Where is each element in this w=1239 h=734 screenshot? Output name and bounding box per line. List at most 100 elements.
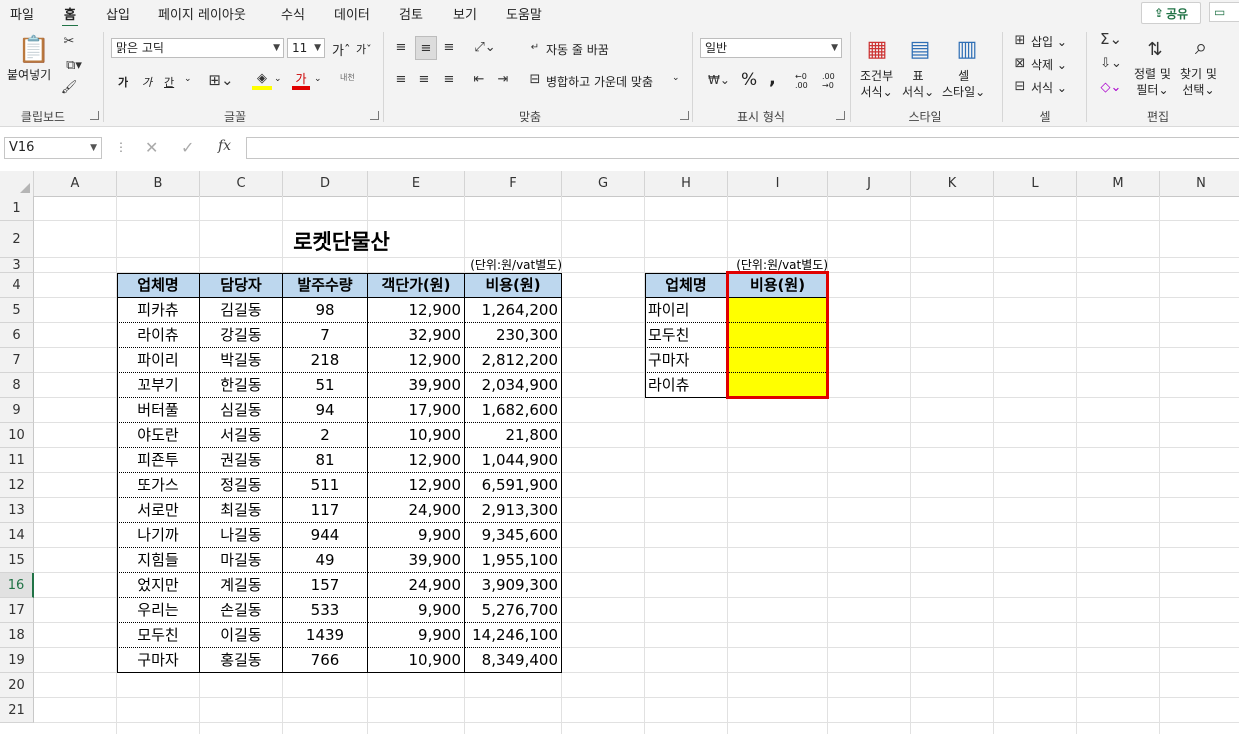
row-header[interactable]: 12 — [0, 473, 34, 498]
decrease-indent-icon[interactable]: ⇤ — [470, 70, 488, 88]
insert-cells-button[interactable]: 삽입 ⌄ — [1031, 33, 1067, 50]
row-header[interactable]: 17 — [0, 598, 34, 623]
phonetic-button[interactable]: 내천 — [340, 72, 355, 83]
row-header[interactable]: 4 — [0, 273, 34, 298]
row-header[interactable]: 11 — [0, 448, 34, 473]
format-as-table-button[interactable]: 표 서식⌄ — [902, 68, 934, 100]
row-header[interactable]: 18 — [0, 623, 34, 648]
font-color-icon[interactable]: 가 — [292, 70, 310, 90]
tab-formulas[interactable]: 수식 — [281, 4, 305, 23]
row-header[interactable]: 14 — [0, 523, 34, 548]
chevron-down-icon[interactable]: ⌄ — [314, 74, 322, 84]
decrease-font-button[interactable]: 가ˇ — [356, 41, 372, 57]
increase-decimal-button[interactable]: ←0 .00 — [795, 72, 815, 90]
row-header[interactable]: 10 — [0, 423, 34, 448]
cut-icon[interactable]: ✂ — [60, 32, 78, 50]
align-bottom-icon[interactable]: ≡ — [440, 38, 458, 56]
row-header[interactable]: 5 — [0, 298, 34, 323]
format-painter-icon[interactable]: 🖌 — [60, 78, 78, 96]
format-cells-button[interactable]: 서식 ⌄ — [1031, 79, 1067, 96]
align-top-icon[interactable]: ≡ — [392, 38, 410, 56]
autosum-icon[interactable]: Σ⌄ — [1096, 30, 1126, 48]
find-select-icon[interactable]: ⌕ — [1186, 32, 1216, 62]
enter-icon[interactable]: ✓ — [181, 138, 194, 157]
italic-button[interactable]: 가 — [142, 74, 152, 90]
cell-styles-icon[interactable]: ▥ — [952, 34, 982, 64]
row-header[interactable]: 16 — [0, 573, 34, 598]
paste-button[interactable]: 붙여넣기 — [7, 66, 51, 83]
orientation-icon[interactable]: ⤢⌄ — [470, 38, 500, 56]
comma-button[interactable]: , — [769, 68, 776, 89]
row-header[interactable]: 7 — [0, 348, 34, 373]
chevron-down-icon[interactable]: ▼ — [90, 138, 97, 158]
formula-input[interactable] — [246, 137, 1239, 159]
chevron-down-icon[interactable]: ⌄ — [274, 74, 282, 84]
align-left-icon[interactable]: ≡ — [392, 70, 410, 88]
clipboard-launcher-icon[interactable]: ↘ — [90, 111, 99, 120]
tab-help[interactable]: 도움말 — [506, 4, 542, 23]
row-header[interactable]: 2 — [0, 221, 34, 258]
increase-font-button[interactable]: 가ˆ — [332, 40, 350, 59]
row-header[interactable]: 13 — [0, 498, 34, 523]
number-launcher-icon[interactable]: ↘ — [836, 111, 845, 120]
wrap-text-button[interactable]: 자동 줄 바꿈 — [546, 41, 609, 58]
accounting-format-icon[interactable]: ₩⌄ — [703, 70, 735, 90]
column-header[interactable]: N — [1160, 171, 1239, 196]
column-header[interactable]: C — [200, 171, 283, 196]
row-header[interactable]: 3 — [0, 258, 34, 273]
tab-insert[interactable]: 삽입 — [106, 4, 130, 23]
copy-icon[interactable]: ⧉▾ — [60, 56, 88, 74]
align-center-icon[interactable]: ≡ — [415, 70, 433, 88]
percent-button[interactable]: % — [741, 70, 757, 90]
row-header[interactable]: 8 — [0, 373, 34, 398]
column-header[interactable]: A — [34, 171, 117, 196]
row-header[interactable]: 9 — [0, 398, 34, 423]
conditional-formatting-button[interactable]: 조건부 서식⌄ — [860, 68, 893, 100]
name-box[interactable]: V16 ▼ — [4, 137, 102, 159]
column-header[interactable]: M — [1077, 171, 1160, 196]
bold-button[interactable]: 가 — [118, 74, 128, 90]
decrease-decimal-button[interactable]: .00 →0 — [822, 72, 842, 90]
column-header[interactable]: B — [117, 171, 200, 196]
row-header[interactable]: 15 — [0, 548, 34, 573]
merge-center-button[interactable]: 병합하고 가운데 맞춤 — [546, 73, 653, 90]
column-header[interactable]: L — [994, 171, 1077, 196]
row-header[interactable]: 19 — [0, 648, 34, 673]
font-name-combo[interactable]: 맑은 고딕 ▼ — [111, 38, 284, 58]
row-header[interactable]: 20 — [0, 673, 34, 698]
clear-icon[interactable]: ◇⌄ — [1096, 78, 1126, 96]
fill-color-icon[interactable]: ◈ — [252, 70, 272, 90]
align-right-icon[interactable]: ≡ — [440, 70, 458, 88]
column-header[interactable]: G — [562, 171, 645, 196]
cell-styles-button[interactable]: 셀 스타일⌄ — [942, 68, 985, 100]
column-header[interactable]: J — [828, 171, 911, 196]
select-all-button[interactable] — [0, 171, 34, 196]
find-select-button[interactable]: 찾기 및 선택⌄ — [1180, 66, 1217, 98]
cancel-icon[interactable]: ✕ — [145, 138, 158, 157]
tab-home[interactable]: 홈 — [62, 4, 78, 28]
underline-button[interactable]: 간 — [164, 74, 174, 90]
tab-review[interactable]: 검토 — [399, 4, 423, 23]
alignment-launcher-icon[interactable]: ↘ — [680, 111, 689, 120]
column-header[interactable]: E — [368, 171, 465, 196]
row-header[interactable]: 1 — [0, 196, 34, 221]
font-size-combo[interactable]: 11 ▼ — [287, 38, 325, 58]
row-header[interactable]: 21 — [0, 698, 34, 723]
comments-button[interactable]: ▭ — [1209, 2, 1239, 22]
paste-icon[interactable]: 📋 — [18, 34, 50, 66]
insert-function-button[interactable]: fx — [218, 138, 231, 154]
borders-icon[interactable]: ⊞⌄ — [207, 70, 235, 90]
column-header[interactable]: I — [728, 171, 828, 196]
sort-filter-icon[interactable]: ⇅ — [1140, 34, 1170, 64]
column-header[interactable]: F — [465, 171, 562, 196]
column-header[interactable]: K — [911, 171, 994, 196]
tab-view[interactable]: 보기 — [453, 4, 477, 23]
share-button[interactable]: ⇪ 공유 — [1141, 2, 1201, 24]
delete-cells-button[interactable]: 삭제 ⌄ — [1031, 56, 1067, 73]
fill-icon[interactable]: ⇩⌄ — [1096, 54, 1126, 72]
chevron-down-icon[interactable]: ⌄ — [672, 73, 680, 83]
chevron-down-icon[interactable]: ⌄ — [184, 74, 192, 84]
conditional-formatting-icon[interactable]: ▦ — [862, 34, 892, 64]
increase-indent-icon[interactable]: ⇥ — [494, 70, 512, 88]
column-header[interactable]: H — [645, 171, 728, 196]
